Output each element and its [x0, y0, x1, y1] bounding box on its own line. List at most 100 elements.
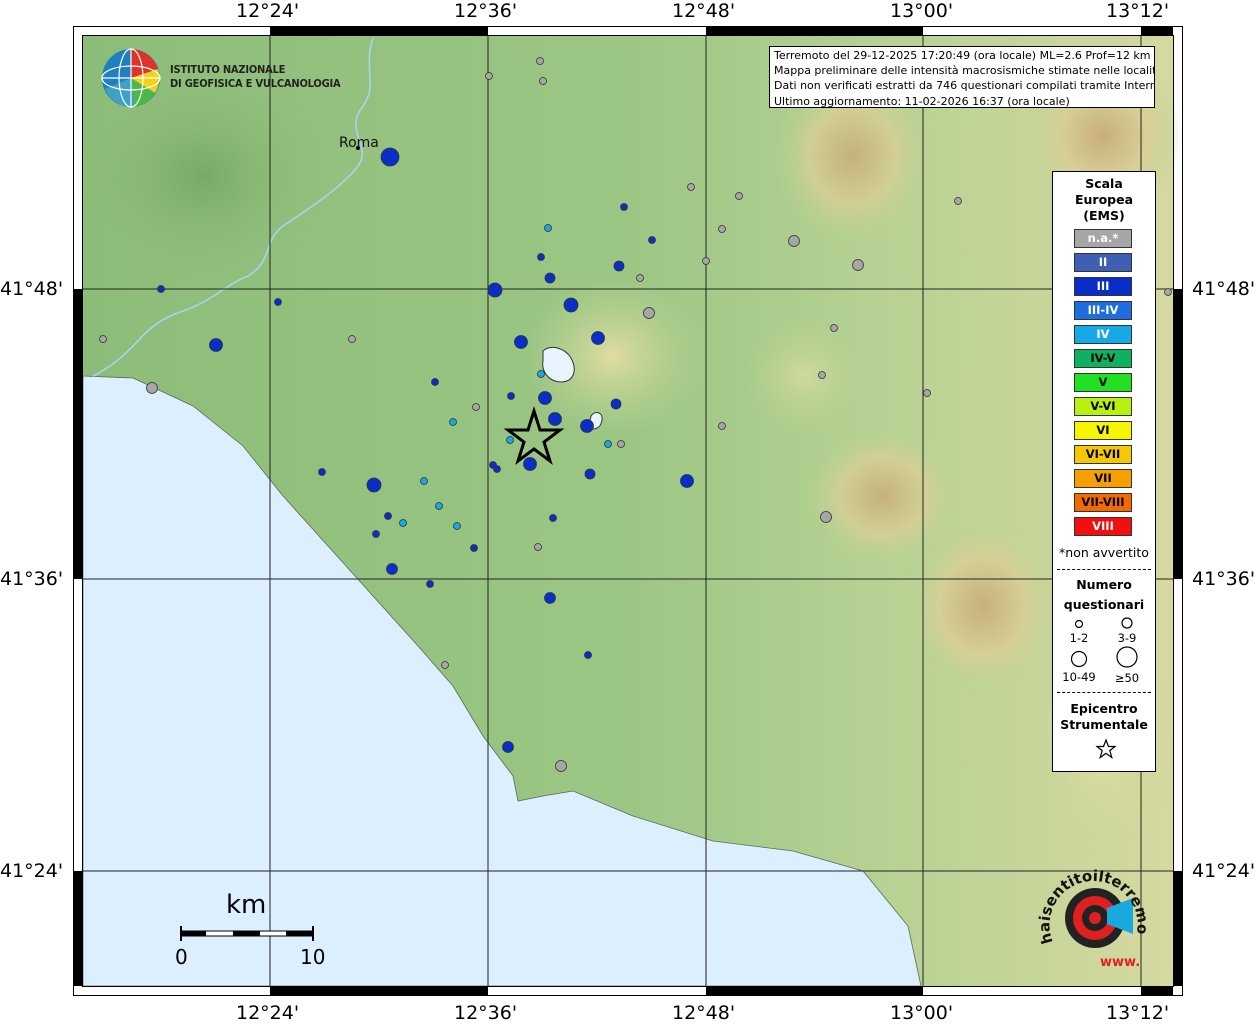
legend-size-title: Numero questionari: [1053, 575, 1155, 615]
intensity-point[interactable]: [643, 307, 655, 319]
intensity-point[interactable]: [431, 378, 439, 386]
intensity-point[interactable]: [536, 57, 544, 65]
intensity-point[interactable]: [718, 422, 726, 430]
intensity-point[interactable]: [420, 477, 428, 485]
intensity-point[interactable]: [348, 335, 356, 343]
ems-class-iii: III: [1074, 277, 1132, 296]
intensity-point[interactable]: [584, 651, 592, 659]
ems-class-v: V: [1074, 373, 1132, 392]
ingv-name: ISTITUTO NAZIONALE DI GEOFISICA E VULCAN…: [170, 63, 341, 91]
ingv-name-line2: DI GEOFISICA E VULCANOLOGIA: [170, 77, 341, 90]
intensity-point[interactable]: [788, 235, 800, 247]
intensity-point[interactable]: [544, 592, 556, 604]
intensity-point[interactable]: [610, 398, 622, 410]
intensity-point[interactable]: [852, 259, 864, 271]
intensity-point[interactable]: [544, 272, 556, 284]
size-label-3: 10-49: [1062, 670, 1096, 684]
ingv-logo: [100, 47, 162, 109]
intensity-point[interactable]: [718, 225, 726, 233]
intensity-point[interactable]: [523, 457, 537, 471]
ems-class-iv-v: IV-V: [1074, 349, 1132, 368]
ingv-globe-icon: [101, 48, 161, 108]
intensity-point[interactable]: [563, 297, 579, 313]
intensity-point[interactable]: [386, 563, 398, 575]
intensity-point[interactable]: [584, 468, 596, 480]
ems-class-vi-vii: VI-VII: [1074, 445, 1132, 464]
intensity-point[interactable]: [544, 224, 552, 232]
intensity-point[interactable]: [648, 236, 656, 244]
tick-right-2: 41°36': [1192, 568, 1256, 590]
intensity-point[interactable]: [613, 260, 625, 272]
intensity-point[interactable]: [580, 419, 594, 433]
intensity-point[interactable]: [157, 285, 165, 293]
intensity-point[interactable]: [830, 324, 838, 332]
legend-note: *non avvertito: [1059, 545, 1149, 560]
intensity-point[interactable]: [537, 370, 545, 378]
intensity-point[interactable]: [604, 440, 612, 448]
intensity-point[interactable]: [818, 371, 826, 379]
intensity-point[interactable]: [1164, 288, 1172, 296]
intensity-point[interactable]: [472, 403, 480, 411]
intensity-point[interactable]: [735, 192, 743, 200]
tick-left-2: 41°36': [0, 568, 64, 590]
intensity-point[interactable]: [507, 392, 515, 400]
intensity-point[interactable]: [146, 382, 158, 394]
intensity-point[interactable]: [617, 440, 625, 448]
intensity-point[interactable]: [487, 282, 503, 298]
size-symbol-1-2: [1074, 619, 1084, 629]
tick-bottom-4: 13°00': [890, 1002, 954, 1024]
intensity-point[interactable]: [555, 760, 567, 772]
intensity-point[interactable]: [534, 543, 542, 551]
ems-class-vi: VI: [1074, 421, 1132, 440]
intensity-point[interactable]: [485, 72, 493, 80]
intensity-point[interactable]: [502, 741, 514, 753]
legend-separator-2: [1057, 692, 1151, 693]
intensity-point[interactable]: [687, 183, 695, 191]
ingv-name-line1: ISTITUTO NAZIONALE: [170, 63, 286, 76]
intensity-point[interactable]: [435, 502, 443, 510]
intensity-point[interactable]: [620, 203, 628, 211]
intensity-point[interactable]: [539, 77, 547, 85]
intensity-point[interactable]: [538, 391, 552, 405]
info-line-2: Mappa preliminare delle intensità macros…: [774, 64, 1155, 78]
intensity-point[interactable]: [274, 298, 282, 306]
intensity-point[interactable]: [380, 147, 400, 167]
intensity-point[interactable]: [209, 338, 223, 352]
intensity-point[interactable]: [318, 468, 326, 476]
legend-title-line2: Europea: [1074, 192, 1134, 207]
intensity-point[interactable]: [548, 412, 562, 426]
tick-top-1: 12°24': [236, 0, 300, 22]
tick-bottom-1: 12°24': [236, 1002, 300, 1024]
tick-top-2: 12°36': [454, 0, 518, 22]
intensity-point[interactable]: [537, 253, 545, 261]
tick-left-3: 41°24': [0, 860, 64, 882]
info-line-1: Terremoto del 29-12-2025 17:20:49 (ora l…: [774, 49, 1151, 62]
intensity-point[interactable]: [591, 331, 605, 345]
legend-separator-1: [1057, 569, 1151, 570]
intensity-point[interactable]: [702, 257, 710, 265]
intensity-point[interactable]: [506, 436, 514, 444]
intensity-point[interactable]: [366, 477, 382, 493]
intensity-point[interactable]: [453, 522, 461, 530]
intensity-point[interactable]: [493, 465, 501, 473]
legend-epicenter-line2: Strumentale: [1060, 717, 1148, 732]
intensity-point[interactable]: [923, 389, 931, 397]
haisentito-logo: haisentitoilterremoto.it www.: [1032, 848, 1157, 974]
intensity-point[interactable]: [384, 512, 392, 520]
intensity-point[interactable]: [399, 519, 407, 527]
intensity-point[interactable]: [549, 514, 557, 522]
size-label-1: 1-2: [1069, 631, 1089, 645]
intensity-point[interactable]: [954, 197, 962, 205]
intensity-point[interactable]: [372, 530, 380, 538]
intensity-point[interactable]: [514, 335, 528, 349]
intensity-point[interactable]: [99, 335, 107, 343]
intensity-point[interactable]: [449, 418, 457, 426]
size-symbol-3-9: [1121, 617, 1133, 629]
map-frame: [73, 26, 1183, 996]
intensity-point[interactable]: [820, 511, 832, 523]
intensity-point[interactable]: [470, 544, 478, 552]
intensity-point[interactable]: [441, 661, 449, 669]
intensity-point[interactable]: [426, 580, 434, 588]
intensity-point[interactable]: [680, 474, 694, 488]
intensity-point[interactable]: [636, 274, 644, 282]
